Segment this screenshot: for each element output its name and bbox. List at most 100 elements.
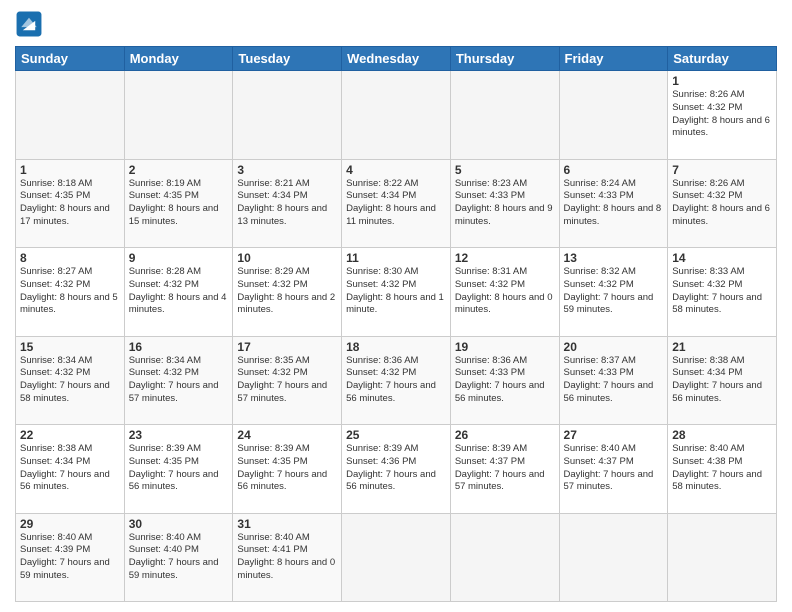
- calendar-week-5: 29Sunrise: 8:40 AMSunset: 4:39 PMDayligh…: [16, 513, 777, 602]
- weekday-header-friday: Friday: [559, 47, 668, 71]
- day-info: Sunrise: 8:33 AMSunset: 4:32 PMDaylight:…: [672, 266, 772, 317]
- day-info: Sunrise: 8:34 AMSunset: 4:32 PMDaylight:…: [20, 355, 120, 406]
- day-number: 17: [237, 340, 337, 354]
- calendar-cell: [342, 71, 451, 160]
- day-info: Sunrise: 8:40 AMSunset: 4:40 PMDaylight:…: [129, 532, 229, 583]
- day-number: 14: [672, 251, 772, 265]
- logo: [15, 10, 45, 38]
- calendar-cell: 17Sunrise: 8:35 AMSunset: 4:32 PMDayligh…: [233, 336, 342, 425]
- day-info: Sunrise: 8:39 AMSunset: 4:36 PMDaylight:…: [346, 443, 446, 494]
- weekday-header-monday: Monday: [124, 47, 233, 71]
- day-number: 23: [129, 428, 229, 442]
- weekday-header-wednesday: Wednesday: [342, 47, 451, 71]
- calendar-cell: 30Sunrise: 8:40 AMSunset: 4:40 PMDayligh…: [124, 513, 233, 602]
- day-number: 4: [346, 163, 446, 177]
- day-number: 16: [129, 340, 229, 354]
- calendar-table: SundayMondayTuesdayWednesdayThursdayFrid…: [15, 46, 777, 602]
- day-number: 1: [672, 74, 772, 88]
- weekday-header-saturday: Saturday: [668, 47, 777, 71]
- day-number: 21: [672, 340, 772, 354]
- day-number: 12: [455, 251, 555, 265]
- day-info: Sunrise: 8:30 AMSunset: 4:32 PMDaylight:…: [346, 266, 446, 317]
- calendar-cell: [450, 513, 559, 602]
- day-info: Sunrise: 8:40 AMSunset: 4:39 PMDaylight:…: [20, 532, 120, 583]
- calendar-cell: 18Sunrise: 8:36 AMSunset: 4:32 PMDayligh…: [342, 336, 451, 425]
- day-info: Sunrise: 8:40 AMSunset: 4:38 PMDaylight:…: [672, 443, 772, 494]
- day-number: 8: [20, 251, 120, 265]
- calendar-week-4: 22Sunrise: 8:38 AMSunset: 4:34 PMDayligh…: [16, 425, 777, 514]
- calendar-cell: [124, 71, 233, 160]
- calendar-cell: [450, 71, 559, 160]
- day-number: 30: [129, 517, 229, 531]
- day-info: Sunrise: 8:28 AMSunset: 4:32 PMDaylight:…: [129, 266, 229, 317]
- calendar-cell: 19Sunrise: 8:36 AMSunset: 4:33 PMDayligh…: [450, 336, 559, 425]
- day-info: Sunrise: 8:18 AMSunset: 4:35 PMDaylight:…: [20, 178, 120, 229]
- day-number: 2: [129, 163, 229, 177]
- calendar-cell: [559, 71, 668, 160]
- calendar-cell: 11Sunrise: 8:30 AMSunset: 4:32 PMDayligh…: [342, 248, 451, 337]
- calendar-cell: 16Sunrise: 8:34 AMSunset: 4:32 PMDayligh…: [124, 336, 233, 425]
- calendar-cell: 13Sunrise: 8:32 AMSunset: 4:32 PMDayligh…: [559, 248, 668, 337]
- calendar-week-1: 1Sunrise: 8:18 AMSunset: 4:35 PMDaylight…: [16, 159, 777, 248]
- weekday-header-sunday: Sunday: [16, 47, 125, 71]
- calendar-cell: 31Sunrise: 8:40 AMSunset: 4:41 PMDayligh…: [233, 513, 342, 602]
- day-number: 6: [564, 163, 664, 177]
- calendar-week-3: 15Sunrise: 8:34 AMSunset: 4:32 PMDayligh…: [16, 336, 777, 425]
- calendar-cell: 6Sunrise: 8:24 AMSunset: 4:33 PMDaylight…: [559, 159, 668, 248]
- page: SundayMondayTuesdayWednesdayThursdayFrid…: [0, 0, 792, 612]
- day-number: 5: [455, 163, 555, 177]
- day-number: 7: [672, 163, 772, 177]
- calendar-cell: 24Sunrise: 8:39 AMSunset: 4:35 PMDayligh…: [233, 425, 342, 514]
- calendar-cell: 23Sunrise: 8:39 AMSunset: 4:35 PMDayligh…: [124, 425, 233, 514]
- day-info: Sunrise: 8:29 AMSunset: 4:32 PMDaylight:…: [237, 266, 337, 317]
- day-number: 28: [672, 428, 772, 442]
- day-number: 25: [346, 428, 446, 442]
- calendar-cell: 5Sunrise: 8:23 AMSunset: 4:33 PMDaylight…: [450, 159, 559, 248]
- day-number: 26: [455, 428, 555, 442]
- calendar-cell: 4Sunrise: 8:22 AMSunset: 4:34 PMDaylight…: [342, 159, 451, 248]
- day-info: Sunrise: 8:19 AMSunset: 4:35 PMDaylight:…: [129, 178, 229, 229]
- day-info: Sunrise: 8:22 AMSunset: 4:34 PMDaylight:…: [346, 178, 446, 229]
- calendar-cell: 26Sunrise: 8:39 AMSunset: 4:37 PMDayligh…: [450, 425, 559, 514]
- day-info: Sunrise: 8:34 AMSunset: 4:32 PMDaylight:…: [129, 355, 229, 406]
- calendar-cell: 20Sunrise: 8:37 AMSunset: 4:33 PMDayligh…: [559, 336, 668, 425]
- day-info: Sunrise: 8:40 AMSunset: 4:37 PMDaylight:…: [564, 443, 664, 494]
- day-info: Sunrise: 8:35 AMSunset: 4:32 PMDaylight:…: [237, 355, 337, 406]
- day-number: 22: [20, 428, 120, 442]
- calendar-cell: 22Sunrise: 8:38 AMSunset: 4:34 PMDayligh…: [16, 425, 125, 514]
- logo-icon: [15, 10, 43, 38]
- calendar-cell: 7Sunrise: 8:26 AMSunset: 4:32 PMDaylight…: [668, 159, 777, 248]
- day-number: 31: [237, 517, 337, 531]
- day-info: Sunrise: 8:26 AMSunset: 4:32 PMDaylight:…: [672, 89, 772, 140]
- calendar-cell: 3Sunrise: 8:21 AMSunset: 4:34 PMDaylight…: [233, 159, 342, 248]
- calendar-cell: 10Sunrise: 8:29 AMSunset: 4:32 PMDayligh…: [233, 248, 342, 337]
- calendar-week-0: 1Sunrise: 8:26 AMSunset: 4:32 PMDaylight…: [16, 71, 777, 160]
- day-info: Sunrise: 8:24 AMSunset: 4:33 PMDaylight:…: [564, 178, 664, 229]
- day-number: 18: [346, 340, 446, 354]
- calendar-cell: 27Sunrise: 8:40 AMSunset: 4:37 PMDayligh…: [559, 425, 668, 514]
- day-info: Sunrise: 8:39 AMSunset: 4:37 PMDaylight:…: [455, 443, 555, 494]
- calendar-cell: 2Sunrise: 8:19 AMSunset: 4:35 PMDaylight…: [124, 159, 233, 248]
- calendar-cell: 8Sunrise: 8:27 AMSunset: 4:32 PMDaylight…: [16, 248, 125, 337]
- calendar-cell: 15Sunrise: 8:34 AMSunset: 4:32 PMDayligh…: [16, 336, 125, 425]
- calendar-cell: 12Sunrise: 8:31 AMSunset: 4:32 PMDayligh…: [450, 248, 559, 337]
- calendar-cell: 28Sunrise: 8:40 AMSunset: 4:38 PMDayligh…: [668, 425, 777, 514]
- day-number: 1: [20, 163, 120, 177]
- day-info: Sunrise: 8:36 AMSunset: 4:32 PMDaylight:…: [346, 355, 446, 406]
- weekday-header-tuesday: Tuesday: [233, 47, 342, 71]
- day-info: Sunrise: 8:32 AMSunset: 4:32 PMDaylight:…: [564, 266, 664, 317]
- calendar-cell: 25Sunrise: 8:39 AMSunset: 4:36 PMDayligh…: [342, 425, 451, 514]
- calendar-cell: 29Sunrise: 8:40 AMSunset: 4:39 PMDayligh…: [16, 513, 125, 602]
- calendar-cell: [559, 513, 668, 602]
- weekday-header-thursday: Thursday: [450, 47, 559, 71]
- day-info: Sunrise: 8:21 AMSunset: 4:34 PMDaylight:…: [237, 178, 337, 229]
- day-number: 20: [564, 340, 664, 354]
- day-info: Sunrise: 8:39 AMSunset: 4:35 PMDaylight:…: [129, 443, 229, 494]
- calendar-cell: [16, 71, 125, 160]
- day-number: 13: [564, 251, 664, 265]
- day-number: 10: [237, 251, 337, 265]
- calendar-week-2: 8Sunrise: 8:27 AMSunset: 4:32 PMDaylight…: [16, 248, 777, 337]
- calendar-cell: 14Sunrise: 8:33 AMSunset: 4:32 PMDayligh…: [668, 248, 777, 337]
- day-info: Sunrise: 8:23 AMSunset: 4:33 PMDaylight:…: [455, 178, 555, 229]
- day-info: Sunrise: 8:37 AMSunset: 4:33 PMDaylight:…: [564, 355, 664, 406]
